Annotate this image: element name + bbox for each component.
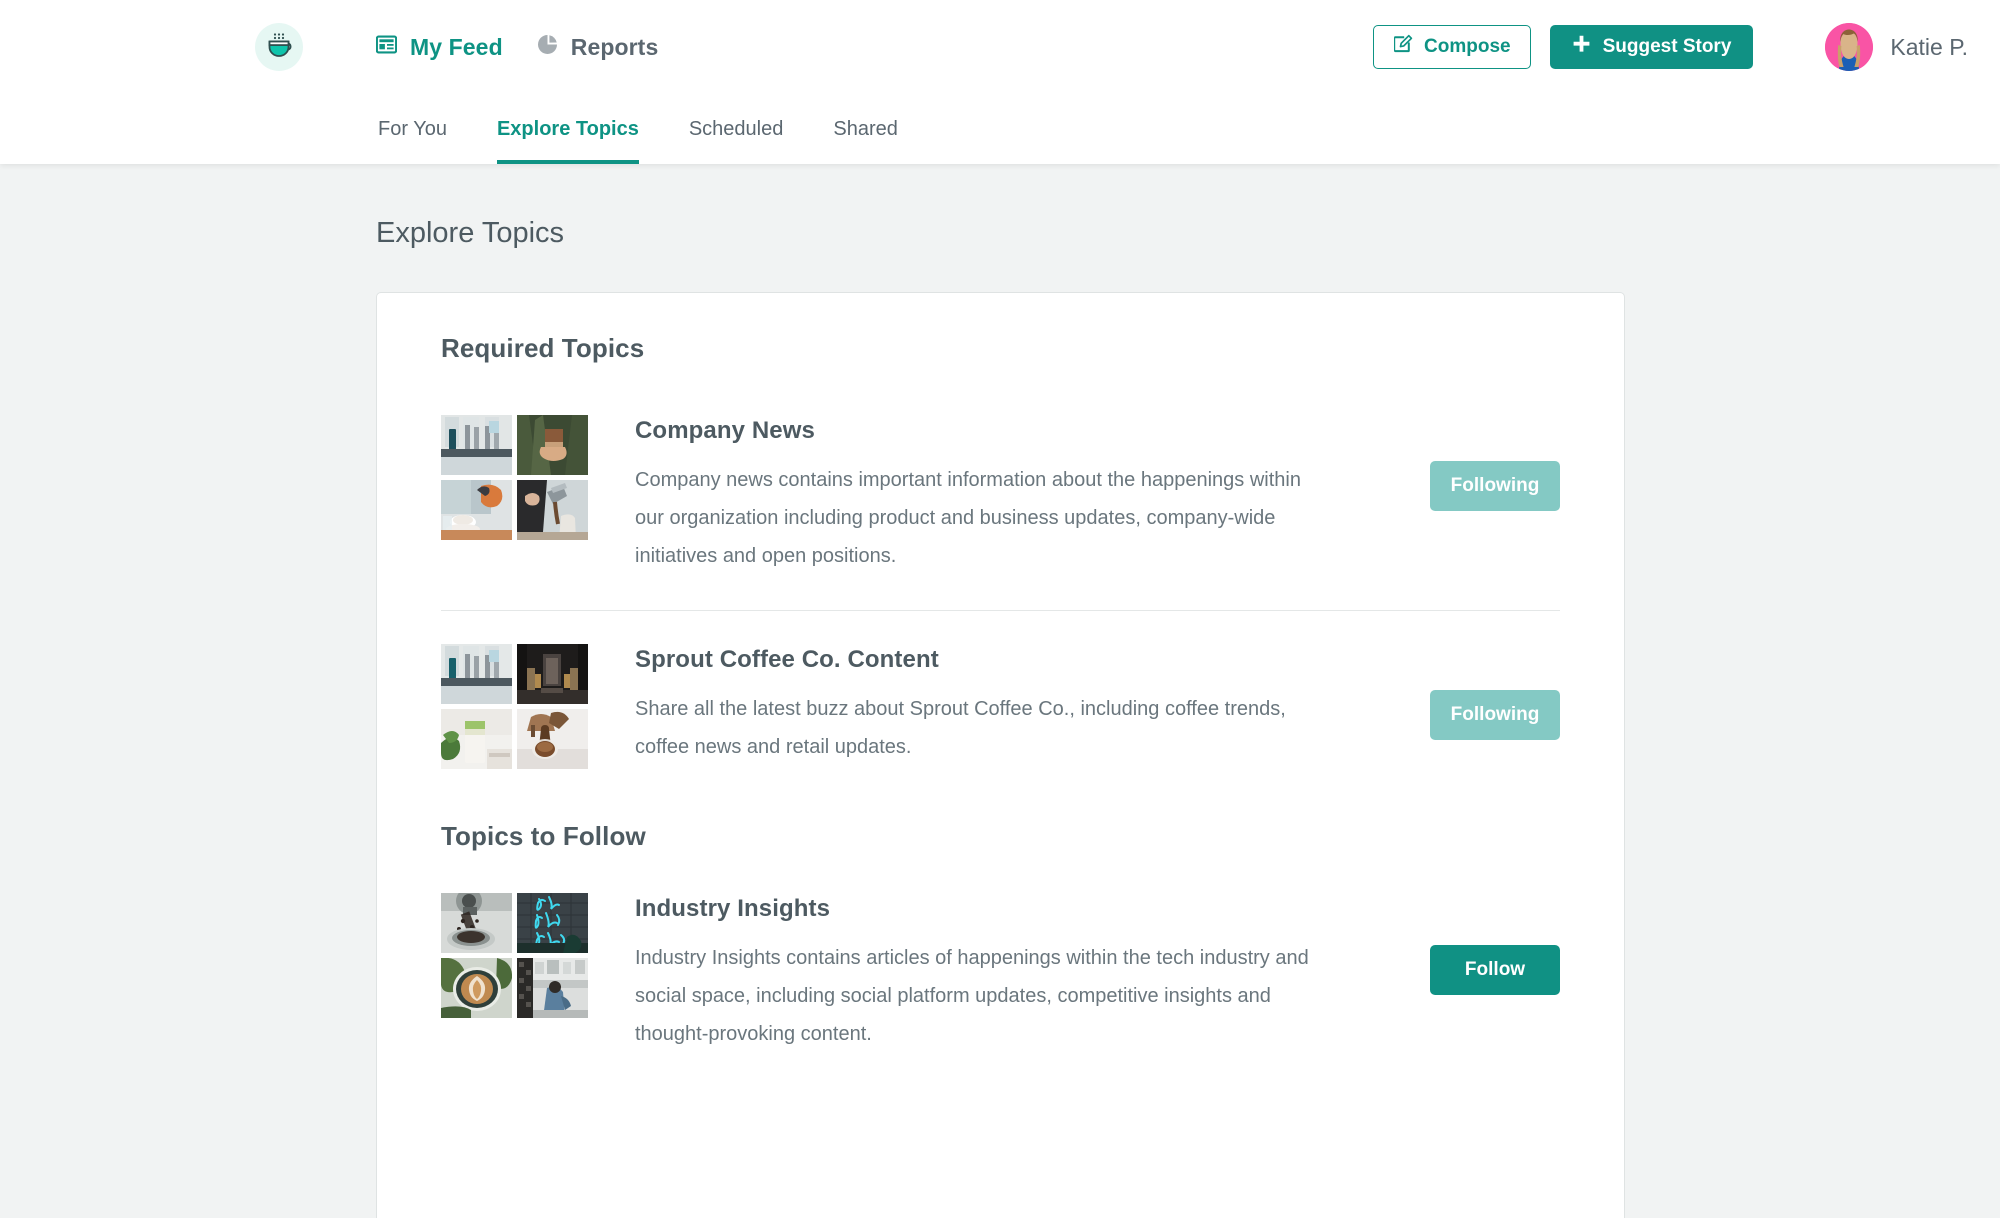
thumbnail-matcha-latte [441, 709, 512, 769]
thumbnail-cafe-interior [517, 644, 588, 704]
primary-nav: My Feed Reports [376, 34, 658, 61]
avatar [1825, 23, 1873, 71]
tab-shared-label: Shared [833, 118, 898, 141]
compose-button[interactable]: Compose [1373, 25, 1531, 69]
compose-pencil-icon [1393, 34, 1413, 60]
compose-button-label: Compose [1424, 36, 1511, 58]
nav-label-reports: Reports [571, 34, 659, 61]
top-bar-actions: Compose Suggest Story [1373, 23, 1968, 71]
tab-scheduled-label: Scheduled [689, 118, 784, 141]
thumbnail-cold-brew-pour [517, 709, 588, 769]
following-button[interactable]: Following [1430, 461, 1560, 511]
tab-explore-topics-label: Explore Topics [497, 118, 639, 141]
topic-thumbnail-grid [441, 415, 588, 540]
thumbnail-neon-but-first-coffee [517, 893, 588, 953]
thumbnail-pouring-cup [441, 480, 512, 540]
app-logo[interactable] [255, 23, 303, 71]
thumbnail-iced-latte-hand [517, 415, 588, 475]
topic-description: Share all the latest buzz about Sprout C… [635, 690, 1315, 766]
topic-thumbnail-grid [441, 644, 588, 769]
topic-action-company-news: Following [1412, 415, 1560, 511]
pie-chart-icon [537, 34, 558, 60]
topic-name: Industry Insights [635, 895, 1412, 923]
suggest-story-button[interactable]: Suggest Story [1550, 25, 1754, 69]
follow-button[interactable]: Follow [1430, 945, 1560, 995]
tab-scheduled[interactable]: Scheduled [689, 94, 784, 164]
sub-nav-tabs: For You Explore Topics Scheduled Shared [0, 94, 2000, 164]
nav-item-my-feed[interactable]: My Feed [376, 34, 503, 61]
topic-row-sprout-coffee: Sprout Coffee Co. Content Share all the … [441, 611, 1560, 769]
thumbnail-pour-over [517, 480, 588, 540]
content-area: Explore Topics Required Topics [0, 164, 2000, 1218]
section-title-topics-to-follow: Topics to Follow [441, 821, 1560, 852]
topic-description: Company news contains important informat… [635, 461, 1315, 575]
suggest-story-button-label: Suggest Story [1603, 36, 1732, 58]
thumbnail-espresso-bar [441, 415, 512, 475]
following-button[interactable]: Following [1430, 690, 1560, 740]
user-menu[interactable]: Katie P. [1825, 23, 1968, 71]
topic-row-company-news: Company News Company news contains impor… [441, 382, 1560, 575]
thumbnail-barista-workspace [517, 958, 588, 1018]
topic-text-sprout-coffee: Sprout Coffee Co. Content Share all the … [588, 644, 1412, 766]
topics-card-body: Required Topics [377, 293, 1624, 1053]
topic-name: Sprout Coffee Co. Content [635, 646, 1412, 674]
topic-name: Company News [635, 417, 1412, 445]
thumbnail-coffee-roaster [441, 893, 512, 953]
feed-grid-icon [376, 35, 397, 59]
topic-text-company-news: Company News Company news contains impor… [588, 415, 1412, 575]
topic-text-industry-insights: Industry Insights Industry Insights cont… [588, 893, 1412, 1053]
top-bar: My Feed Reports [0, 0, 2000, 94]
tab-shared[interactable]: Shared [833, 94, 898, 164]
nav-item-reports[interactable]: Reports [537, 34, 659, 61]
thumbnail-latte-art [441, 958, 512, 1018]
tab-explore-topics[interactable]: Explore Topics [497, 94, 639, 164]
topic-thumbnail-grid [441, 893, 588, 1018]
topic-action-sprout-coffee: Following [1412, 644, 1560, 740]
app-root: My Feed Reports [0, 0, 2000, 1218]
section-title-required-topics: Required Topics [441, 333, 1560, 364]
topic-description: Industry Insights contains articles of h… [635, 939, 1315, 1053]
user-name-label: Katie P. [1890, 34, 1968, 61]
nav-label-my-feed: My Feed [410, 34, 503, 61]
tab-for-you[interactable]: For You [378, 94, 447, 164]
topic-action-industry-insights: Follow [1412, 893, 1560, 995]
thumbnail-espresso-bar [441, 644, 512, 704]
topic-row-industry-insights: Industry Insights Industry Insights cont… [441, 860, 1560, 1053]
plus-icon [1572, 35, 1591, 60]
topics-card: Required Topics [376, 292, 1625, 1218]
tab-for-you-label: For You [378, 118, 447, 141]
coffee-cup-icon [264, 30, 294, 65]
page-title: Explore Topics [376, 217, 2000, 250]
